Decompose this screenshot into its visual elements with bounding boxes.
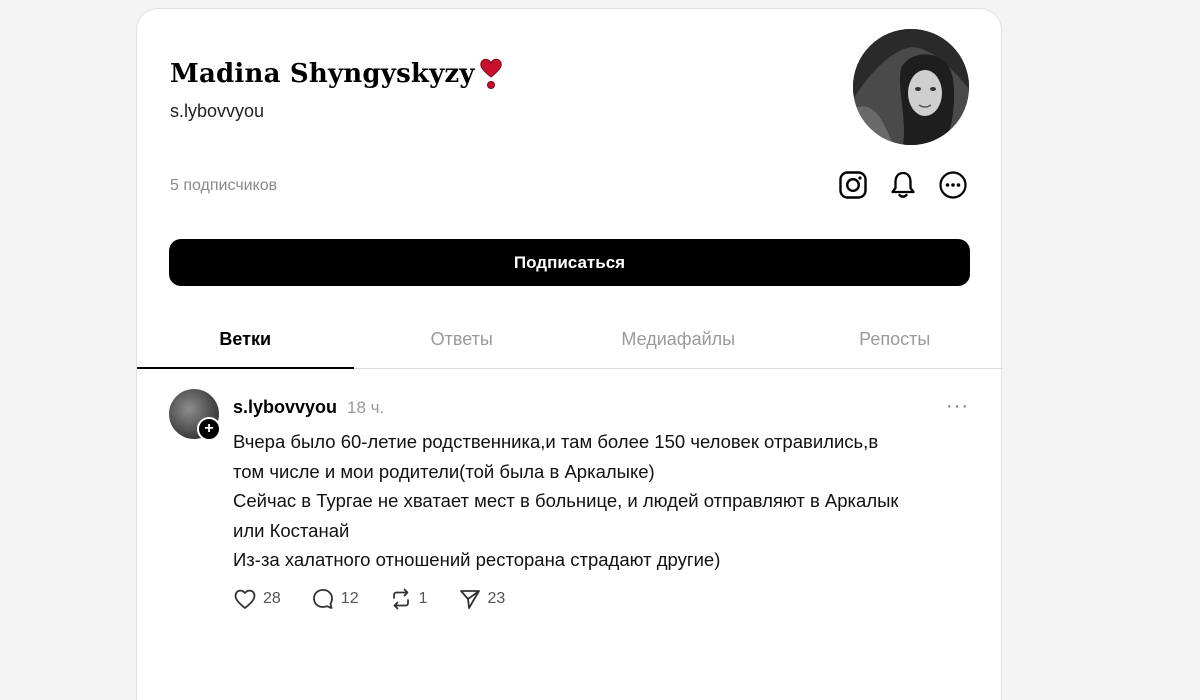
profile-tabs: Ветки Ответы Медиафайлы Репосты [137, 311, 1003, 369]
heart-exclamation-icon [477, 57, 505, 91]
post-actions: 28 12 1 23 [233, 587, 505, 611]
profile-avatar[interactable] [853, 29, 969, 145]
tab-replies[interactable]: Ответы [354, 311, 571, 368]
post-body: Вчера было 60-летие родственника,и там б… [233, 427, 973, 575]
like-count: 28 [263, 590, 281, 607]
tab-media[interactable]: Медиафайлы [570, 311, 787, 368]
plus-icon[interactable]: + [197, 417, 221, 441]
profile-handle: s.lybovvyou [170, 101, 265, 121]
bell-icon[interactable] [887, 169, 919, 201]
reply-button[interactable]: 12 [311, 587, 359, 611]
post-text-line: или Костанай [233, 519, 350, 541]
display-name-text: Madina Shyngyskyzy [170, 59, 475, 89]
profile-actions [837, 169, 969, 201]
heart-icon [234, 589, 256, 609]
post-header: s.lybovvyou 18 ч. [233, 397, 384, 418]
tab-reposts[interactable]: Репосты [787, 311, 1004, 368]
post-text-line: Вчера было 60-летие родственника,и там б… [233, 431, 879, 452]
follow-button[interactable]: Подписаться [169, 239, 970, 286]
post-author[interactable]: s.lybovvyou [233, 397, 337, 418]
profile-display-name: Madina Shyngyskyzy [170, 57, 505, 91]
post-text-line: том числе и мои родители(той была в Арка… [233, 460, 655, 482]
instagram-icon[interactable] [837, 169, 869, 201]
post-text-line: Сейчас в Тургае не хватает мест в больни… [233, 490, 899, 511]
repost-button[interactable]: 1 [389, 587, 428, 611]
comment-icon [312, 589, 333, 609]
post-more-button[interactable]: ··· [946, 395, 969, 418]
share-count: 23 [487, 590, 506, 607]
more-circle-icon[interactable] [937, 169, 969, 201]
repost-count: 1 [418, 590, 428, 607]
reply-count: 12 [340, 590, 359, 607]
repost-icon [392, 588, 409, 610]
tab-threads[interactable]: Ветки [137, 311, 354, 369]
profile-card: Madina Shyngyskyzy s.lybovvyou 5 подписч… [136, 8, 1003, 700]
like-button[interactable]: 28 [233, 588, 281, 610]
post-timestamp: 18 ч. [347, 398, 385, 417]
followers-count[interactable]: 5 подписчиков [170, 177, 277, 195]
send-icon [459, 590, 480, 609]
share-button[interactable]: 23 [458, 587, 506, 611]
post-text-line: Из-за халатного отношений ресторана стра… [233, 549, 721, 570]
